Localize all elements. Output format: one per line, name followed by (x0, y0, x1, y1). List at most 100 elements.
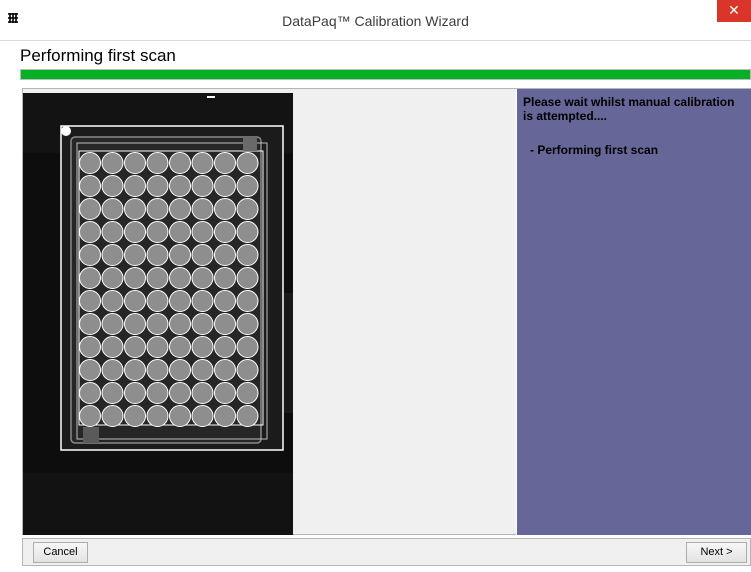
well-circle (214, 267, 236, 289)
button-bar: Cancel Next > (22, 538, 751, 566)
page-title: Performing first scan (20, 46, 176, 65)
well-circle (146, 267, 169, 289)
well-circle (79, 313, 101, 335)
well-circle (236, 405, 259, 427)
well-circle (214, 359, 236, 381)
well-circle (79, 359, 101, 381)
well-circle (169, 152, 191, 174)
well-circle (191, 313, 214, 335)
well-circle (101, 152, 124, 174)
well-circle (146, 382, 169, 404)
well-circle (191, 336, 214, 358)
scan-image (23, 93, 293, 535)
well-circle (79, 175, 101, 197)
well-circle (169, 359, 191, 381)
well-circle (169, 198, 191, 220)
well-circle (169, 382, 191, 404)
well-circle (79, 405, 101, 427)
info-panel: Please wait whilst manual calibration is… (516, 89, 751, 535)
well-circle (146, 152, 169, 174)
well-circle (146, 290, 169, 312)
well-circle (101, 382, 124, 404)
well-circle (191, 382, 214, 404)
well-circle (146, 405, 169, 427)
well-circle (79, 152, 101, 174)
well-circle (124, 267, 146, 289)
well-circle (146, 198, 169, 220)
well-circle (191, 290, 214, 312)
well-circle (101, 290, 124, 312)
well-circle (146, 175, 169, 197)
well-circle (214, 405, 236, 427)
well-circle (214, 313, 236, 335)
well-circle (79, 244, 101, 266)
well-circle (101, 359, 124, 381)
well-circle (214, 221, 236, 243)
next-button[interactable]: Next > (686, 542, 747, 563)
well-circle (101, 313, 124, 335)
well-circle (146, 336, 169, 358)
well-circle (124, 175, 146, 197)
well-circle (214, 175, 236, 197)
well-circle (101, 221, 124, 243)
well-circle (101, 175, 124, 197)
well-circle (214, 152, 236, 174)
well-circle (236, 290, 259, 312)
well-circle (124, 313, 146, 335)
close-icon: ✕ (728, 2, 740, 18)
well-circle (169, 267, 191, 289)
well-circle (79, 336, 101, 358)
title-bar: DataPaq™ Calibration Wizard ✕ (0, 0, 751, 41)
close-button[interactable]: ✕ (717, 0, 751, 22)
well-circle (124, 221, 146, 243)
well-circle (236, 313, 259, 335)
main-content: Please wait whilst manual calibration is… (22, 88, 751, 535)
well-circle (236, 221, 259, 243)
well-circle (124, 382, 146, 404)
well-circle (169, 221, 191, 243)
window-title: DataPaq™ Calibration Wizard (282, 13, 469, 29)
well-circle (124, 336, 146, 358)
well-circle (169, 290, 191, 312)
well-circle (236, 152, 259, 174)
well-circle (101, 267, 124, 289)
well-circle (124, 152, 146, 174)
well-circle (236, 382, 259, 404)
well-circle (236, 175, 259, 197)
status-step: - Performing first scan (530, 143, 659, 157)
well-circle (79, 198, 101, 220)
well-circle (169, 175, 191, 197)
well-circle (124, 198, 146, 220)
well-circle (236, 359, 259, 381)
well-circle (191, 244, 214, 266)
well-circle (214, 290, 236, 312)
well-circle (101, 336, 124, 358)
well-circle (101, 405, 124, 427)
well-circle (191, 221, 214, 243)
progress-bar (20, 69, 751, 80)
well-circle (79, 267, 101, 289)
well-circle (191, 405, 214, 427)
well-circle (79, 221, 101, 243)
well-circle (214, 198, 236, 220)
well-circle (169, 244, 191, 266)
well-circle (146, 221, 169, 243)
well-circle (236, 336, 259, 358)
well-circle (236, 244, 259, 266)
well-circle (214, 336, 236, 358)
well-circle (101, 244, 124, 266)
well-circle (79, 382, 101, 404)
well-circle (124, 290, 146, 312)
well-circle (191, 359, 214, 381)
status-message: Please wait whilst manual calibration is… (523, 95, 735, 123)
cancel-button[interactable]: Cancel (33, 542, 88, 563)
well-circle (146, 359, 169, 381)
well-circle (169, 336, 191, 358)
well-circle (124, 359, 146, 381)
well-circle (124, 244, 146, 266)
well-circle (191, 267, 214, 289)
well-circle (236, 267, 259, 289)
well-circle (169, 313, 191, 335)
well-circle (214, 244, 236, 266)
well-circle (146, 244, 169, 266)
